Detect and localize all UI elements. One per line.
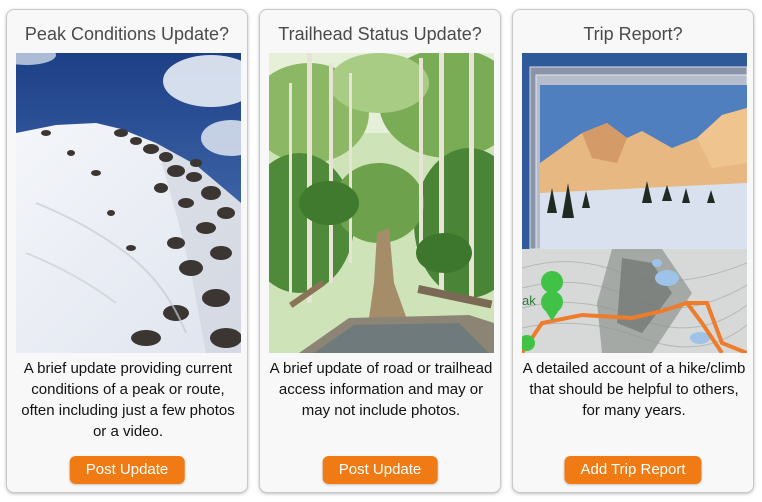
post-trailhead-update-button[interactable]: Post Update bbox=[322, 456, 438, 484]
card-description: A brief update of road or trailhead acce… bbox=[269, 360, 493, 419]
trailhead-status-image bbox=[269, 53, 494, 353]
peak-conditions-image bbox=[16, 53, 241, 353]
add-trip-report-button[interactable]: Add Trip Report bbox=[564, 456, 702, 484]
peak-conditions-card: Peak Conditions Update? A brief update p… bbox=[6, 9, 248, 493]
card-title: Trailhead Status Update? bbox=[278, 24, 482, 44]
trailhead-status-card: Trailhead Status Update? A brief update … bbox=[259, 9, 501, 493]
trip-report-card: Trip Report? ak A detailed account of a … bbox=[512, 9, 754, 493]
card-description: A detailed account of a hike/climb that … bbox=[522, 360, 746, 419]
map-label-fragment: ak bbox=[522, 293, 536, 308]
card-description: A brief update providing current conditi… bbox=[21, 360, 235, 440]
trip-report-image: ak bbox=[522, 53, 747, 353]
card-title: Trip Report? bbox=[583, 24, 683, 44]
post-peak-update-button[interactable]: Post Update bbox=[69, 456, 185, 484]
card-title: Peak Conditions Update? bbox=[24, 24, 230, 44]
